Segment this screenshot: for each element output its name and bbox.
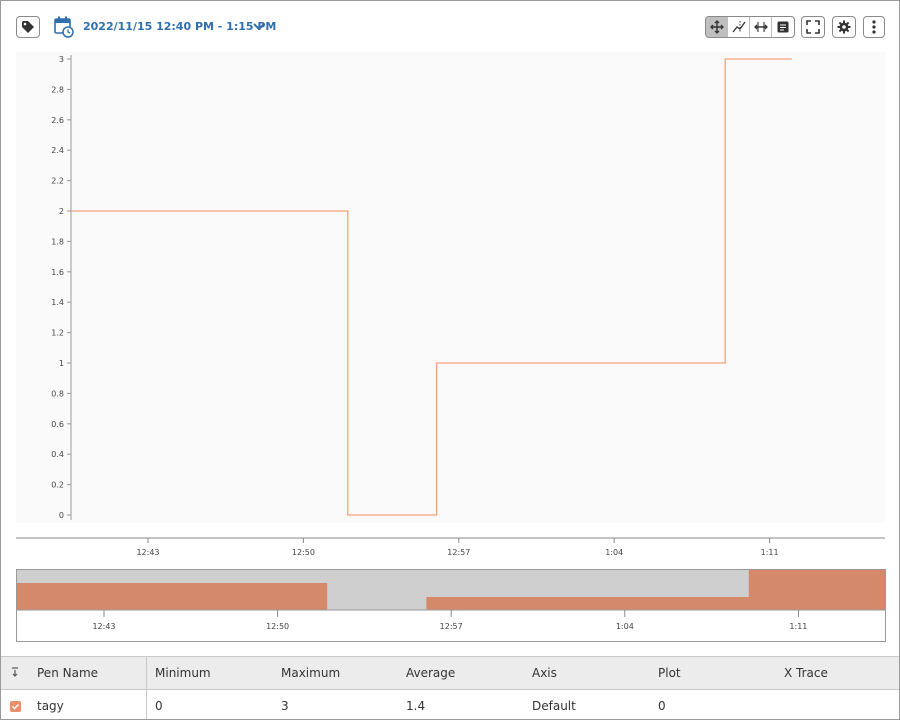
column-header-average[interactable]: Average <box>398 656 524 690</box>
chevron-down-icon[interactable] <box>251 19 267 35</box>
column-header-x-trace[interactable]: X Trace <box>776 656 899 690</box>
x-tick-label: 1:04 <box>605 548 623 557</box>
more-vertical-icon <box>872 20 876 34</box>
y-tick-label: 1.2 <box>51 329 64 338</box>
x-trace-cell <box>776 689 899 719</box>
minimum-cell: 0 <box>146 689 273 719</box>
y-tick-label: 1.4 <box>51 298 64 307</box>
column-header-plot[interactable]: Plot <box>650 656 776 690</box>
axis-cell[interactable]: Default <box>524 689 650 719</box>
x-tick-label: 1:11 <box>761 548 779 557</box>
more-options-button[interactable] <box>863 16 885 38</box>
pen-visibility-cell <box>1 689 29 719</box>
x-tick-label: 12:43 <box>136 548 159 557</box>
chart-mode-toggle-group <box>705 16 795 38</box>
x-trace-icon <box>731 21 746 33</box>
navigator-tick-label: 12:57 <box>440 622 463 631</box>
navigator-tick-label: 1:11 <box>789 622 807 631</box>
navigator-tick-label: 12:43 <box>92 622 115 631</box>
sort-down-icon <box>12 667 18 677</box>
date-range-label[interactable]: 2022/11/15 12:40 PM - 1:15 PM <box>83 17 276 37</box>
navigator-tick-label: 1:04 <box>616 622 634 631</box>
column-header-pen-name[interactable]: Pen Name <box>29 656 147 690</box>
y-tick-label: 2.8 <box>51 85 64 94</box>
annotation-mode-button[interactable] <box>772 17 794 37</box>
column-header-maximum[interactable]: Maximum <box>273 656 398 690</box>
y-tick-label: 3 <box>59 55 64 64</box>
y-tick-label: 1.8 <box>51 237 64 246</box>
pan-mode-button[interactable] <box>706 17 728 37</box>
pen-table-header-row: Pen Name Minimum Maximum Average Axis Pl… <box>1 656 899 690</box>
y-tick-label: 0.4 <box>51 450 64 459</box>
settings-button[interactable] <box>832 16 856 38</box>
y-tick-label: 0.8 <box>51 389 64 398</box>
checkmark-icon <box>11 703 19 710</box>
pen-name-cell: tagy <box>29 689 147 719</box>
navigator-tick-label: 12:50 <box>266 622 289 631</box>
y-tick-label: 2.6 <box>51 116 64 125</box>
plot-area <box>16 52 885 523</box>
table-row[interactable]: tagy 0 3 1.4 Default 0 <box>1 689 899 719</box>
y-tick-label: 0.6 <box>51 420 64 429</box>
sort-column-header[interactable] <box>1 656 29 690</box>
y-tick-label: 2 <box>59 207 64 216</box>
pan-icon <box>709 20 724 34</box>
y-tick-label: 2.2 <box>51 177 64 186</box>
y-tick-label: 1 <box>59 359 64 368</box>
time-navigator[interactable]: 12:43 12:50 12:57 1:04 1:11 <box>1 567 899 645</box>
trend-chart-window: 2022/11/15 12:40 PM - 1:15 PM 0 0.2 0.4 … <box>0 0 900 720</box>
gear-icon <box>837 20 851 34</box>
average-cell: 1.4 <box>398 689 524 719</box>
y-tick-label: 1.6 <box>51 268 64 277</box>
calendar-clock-icon[interactable] <box>54 16 74 38</box>
pen-table: Pen Name Minimum Maximum Average Axis Pl… <box>1 656 899 719</box>
x-tick-label: 12:57 <box>447 548 470 557</box>
x-tick-label: 12:50 <box>292 548 315 557</box>
x-trace-mode-button[interactable] <box>728 17 750 37</box>
fullscreen-icon <box>806 20 820 34</box>
y-tick-label: 0.2 <box>51 481 64 490</box>
plot-cell[interactable]: 0 <box>650 689 776 719</box>
y-tick-label: 0 <box>59 511 64 520</box>
y-tick-label: 2.4 <box>51 146 64 155</box>
fullscreen-button[interactable] <box>801 16 825 38</box>
trend-chart[interactable]: 0 0.2 0.4 0.6 0.8 1 1.2 1.4 1.6 1.8 2 2.2 2.4 2.6 2.8 3… <box>1 46 899 566</box>
tag-icon <box>22 21 34 33</box>
tag-button[interactable] <box>16 16 40 38</box>
range-select-icon <box>753 22 768 32</box>
maximum-cell: 3 <box>273 689 398 719</box>
column-header-minimum[interactable]: Minimum <box>146 656 273 690</box>
range-select-mode-button[interactable] <box>750 17 772 37</box>
column-header-axis[interactable]: Axis <box>524 656 650 690</box>
annotation-icon <box>777 21 789 33</box>
pen-visibility-checkbox[interactable] <box>9 700 21 712</box>
